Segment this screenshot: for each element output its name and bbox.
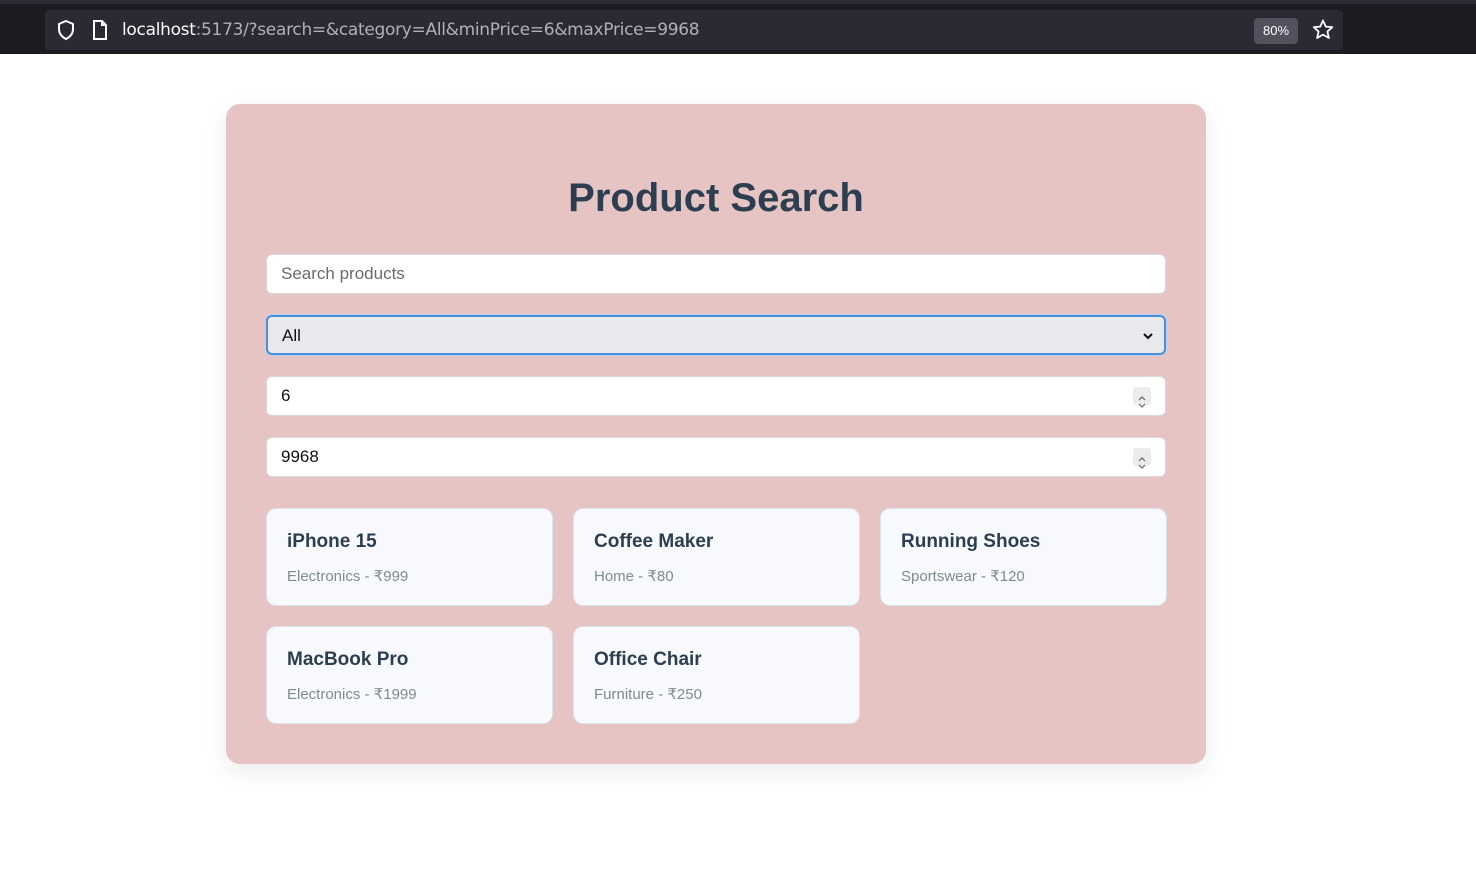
max-price-input[interactable]: 9968 <box>266 437 1166 477</box>
product-meta: Furniture - ₹250 <box>594 686 702 703</box>
product-name: Coffee Maker <box>594 531 714 552</box>
min-price-value: 6 <box>281 386 291 405</box>
bookmark-star-icon[interactable] <box>1311 18 1335 42</box>
product-meta: Home - ₹80 <box>594 568 674 585</box>
page-icon <box>93 20 107 40</box>
product-card[interactable]: Running Shoes Sportswear - ₹120 <box>880 508 1167 606</box>
stepper-arrows-icon <box>1138 396 1146 408</box>
category-selected-value: All <box>282 326 301 345</box>
product-grid: iPhone 15 Electronics - ₹999 Coffee Make… <box>266 508 1167 724</box>
min-price-stepper[interactable] <box>1133 387 1151 408</box>
chevron-down-icon <box>1143 333 1153 340</box>
product-name: iPhone 15 <box>287 531 377 552</box>
url-text[interactable]: localhost:5173/?search=&category=All&min… <box>122 20 700 40</box>
product-meta: Sportswear - ₹120 <box>901 568 1025 585</box>
url-host: localhost <box>122 20 196 40</box>
product-card[interactable]: Coffee Maker Home - ₹80 <box>573 508 860 606</box>
category-select[interactable]: All <box>266 315 1166 355</box>
product-card[interactable]: MacBook Pro Electronics - ₹1999 <box>266 626 553 724</box>
url-path: :5173/?search=&category=All&minPrice=6&m… <box>195 20 700 40</box>
zoom-badge[interactable]: 80% <box>1254 18 1298 44</box>
max-price-stepper[interactable] <box>1133 448 1151 469</box>
page-title: Product Search <box>568 176 864 220</box>
product-meta: Electronics - ₹1999 <box>287 686 417 703</box>
shield-icon[interactable] <box>55 19 77 41</box>
search-input[interactable]: Search products <box>266 254 1166 294</box>
product-card[interactable]: Office Chair Furniture - ₹250 <box>573 626 860 724</box>
stepper-arrows-icon <box>1138 457 1146 469</box>
max-price-value: 9968 <box>281 447 319 466</box>
address-bar[interactable]: localhost:5173/?search=&category=All&min… <box>45 10 1343 50</box>
min-price-input[interactable]: 6 <box>266 376 1166 416</box>
product-card[interactable]: iPhone 15 Electronics - ₹999 <box>266 508 553 606</box>
browser-toolbar: localhost:5173/?search=&category=All&min… <box>0 0 1476 54</box>
product-name: MacBook Pro <box>287 649 409 670</box>
product-meta: Electronics - ₹999 <box>287 568 409 585</box>
product-name: Running Shoes <box>901 531 1041 552</box>
product-name: Office Chair <box>594 649 702 670</box>
search-panel: Product Search Search products All 6 996… <box>226 104 1206 764</box>
